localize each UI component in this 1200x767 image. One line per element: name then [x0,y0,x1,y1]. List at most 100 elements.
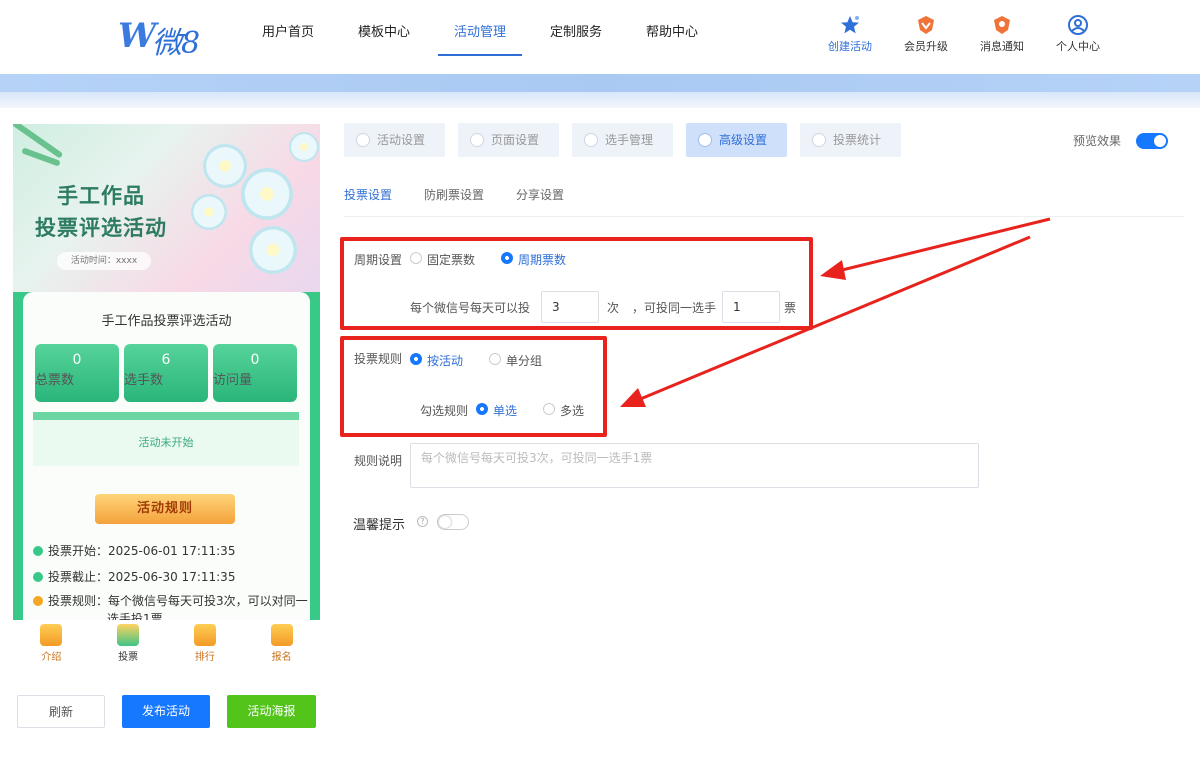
rules-ribbon: 活动规则 [95,494,235,524]
step-label: 选手管理 [605,133,654,147]
header-band [0,74,1200,92]
step-label: 活动设置 [377,133,426,147]
tab-vote[interactable]: 投票 [90,620,167,670]
nav-help[interactable]: 帮助中心 [624,0,720,74]
document-icon [40,624,63,646]
tab-label: 投票 [118,652,139,663]
hero-time: 活动时间：xxxx [57,252,151,270]
clock-icon [33,546,43,556]
subtab-divider [344,216,1184,217]
activity-status: 活动未开始 [33,420,299,466]
flower-decoration [203,144,247,188]
stat-label: 总票数 [35,373,75,388]
flower-decoration [249,226,297,274]
member-upgrade-label: 会员升级 [904,40,948,53]
shield-icon [356,133,370,147]
step-label: 投票统计 [833,133,882,147]
preview-toggle-label: 预览效果 [1073,134,1122,148]
clock-icon [33,572,43,582]
ballot-icon [117,624,140,646]
nav-activity-management[interactable]: 活动管理 [432,0,528,74]
rule-description-textarea[interactable]: 每个微信号每天可投3次，可投同一选手1票 [410,443,979,488]
profile-label: 个人中心 [1056,40,1100,53]
preview-toggle[interactable] [1136,133,1168,149]
user-icon [1068,15,1088,35]
hero-title-line2: 投票评选活动 [35,215,167,240]
rule-voting-cont: 选手投1票 [107,610,163,620]
flower-decoration [241,168,293,220]
step-activity-settings[interactable]: 活动设置 [344,123,445,157]
rule-text: 投票截止：2025-06-30 17:11:35 [48,570,236,584]
header-actions: 创建活动 会员升级 消息通知 个人中心 [820,14,1108,54]
nav-custom-service[interactable]: 定制服务 [528,0,624,74]
header-band-fade [0,92,1200,108]
stat-visits: 0 访问量 [213,344,297,402]
edit-icon [270,624,293,646]
annotation-arrowhead [620,388,646,407]
chart-icon [812,133,826,147]
subtab-anti-fraud[interactable]: 防刷票设置 [424,186,484,203]
step-player-management[interactable]: 选手管理 [572,123,673,157]
nav-home[interactable]: 用户首页 [240,0,336,74]
notifications-button[interactable]: 消息通知 [972,14,1032,54]
sub-tabs: 投票设置 防刷票设置 分享设置 [344,186,564,203]
nav-templates[interactable]: 模板中心 [336,0,432,74]
settings-steps: 活动设置 页面设置 选手管理 高级设置 投票统计 [344,123,901,157]
tab-label: 介绍 [41,652,62,663]
step-label: 高级设置 [719,133,768,147]
profile-button[interactable]: 个人中心 [1048,14,1108,54]
trophy-icon [193,624,216,646]
annotation-arrow-line [837,217,1051,273]
logo-text: 微8 [152,26,200,61]
logo[interactable]: W 微8 [118,14,218,61]
mobile-preview: 手工作品 投票评选活动 活动时间：xxxx 手工作品投票评选活动 0 总票数 6… [13,124,320,620]
tab-label: 排行 [194,652,215,663]
stat-value: 0 [72,352,82,368]
flower-decoration [289,132,319,162]
stat-total-votes: 0 总票数 [35,344,119,402]
activity-poster-button[interactable]: 活动海报 [227,695,316,728]
annotation-box-rule [340,336,607,437]
status-strip [33,412,299,420]
tip-label: 温馨提示 [353,518,406,533]
step-label: 页面设置 [491,133,540,147]
rule-start: 投票开始：2025-06-01 17:11:35 [33,542,235,559]
help-icon[interactable]: ? [417,516,428,527]
preview-tabbar: 介绍 投票 排行 报名 [13,620,320,670]
rule-text: 投票规则：每个微信号每天可投3次，可以对同一 [48,594,308,608]
star-icon [841,16,859,34]
member-upgrade-button[interactable]: 会员升级 [896,14,956,54]
step-advanced-settings[interactable]: 高级设置 [686,123,787,157]
tab-ranking[interactable]: 排行 [167,620,244,670]
step-page-settings[interactable]: 页面设置 [458,123,559,157]
preview-hero: 手工作品 投票评选活动 活动时间：xxxx [13,124,320,292]
subtab-vote-settings[interactable]: 投票设置 [344,186,392,203]
notifications-label: 消息通知 [980,40,1024,53]
flower-decoration [191,194,227,230]
top-header: W 微8 用户首页 模板中心 活动管理 定制服务 帮助中心 创建活动 会员升级 … [0,0,1200,74]
annotation-arrowhead [820,260,846,280]
vip-badge-icon [918,16,934,34]
rule-voting: 投票规则：每个微信号每天可投3次，可以对同一 [33,592,308,609]
tip-toggle[interactable] [437,514,469,530]
info-icon [33,596,43,606]
tab-label: 报名 [271,652,292,663]
tab-signup[interactable]: 报名 [243,620,320,670]
hero-title-line1: 手工作品 [57,183,145,208]
subtab-share-settings[interactable]: 分享设置 [516,186,564,203]
sliders-icon [698,133,712,147]
publish-activity-button[interactable]: 发布活动 [122,695,210,728]
tab-intro[interactable]: 介绍 [13,620,90,670]
step-vote-statistics[interactable]: 投票统计 [800,123,901,157]
logo-w-mark: W [118,16,157,56]
create-activity-label: 创建活动 [828,40,872,53]
stat-value: 6 [161,352,171,368]
hero-title: 手工作品 投票评选活动 [35,180,167,244]
rule-end: 投票截止：2025-06-30 17:11:35 [33,568,235,585]
refresh-button[interactable]: 刷新 [17,695,105,728]
stat-label: 访问量 [213,373,253,388]
annotation-box-cycle [340,237,813,330]
user-icon [584,133,598,147]
rule-text: 投票开始：2025-06-01 17:11:35 [48,544,236,558]
create-activity-button[interactable]: 创建活动 [820,14,880,54]
